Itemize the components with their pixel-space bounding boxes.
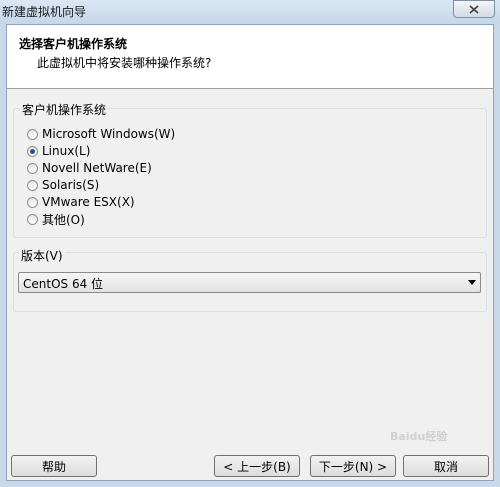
version-select[interactable]: CentOS 64 位 (18, 272, 481, 293)
radio-label-windows: Microsoft Windows(W) (42, 127, 176, 141)
next-button[interactable]: 下一步(N) > (310, 455, 396, 477)
page-subtitle: 此虚拟机中将安装哪种操作系统? (37, 56, 212, 70)
version-select-value: CentOS 64 位 (23, 277, 104, 291)
close-button[interactable] (453, 0, 495, 18)
page-title: 选择客户机操作系统 (19, 37, 128, 51)
close-icon (469, 4, 479, 14)
version-label: 版本(V) (19, 247, 65, 264)
guest-os-group-label: 客户机操作系统 (20, 101, 109, 118)
watermark: Baidu经验 (390, 430, 448, 443)
radio-option-windows[interactable]: Microsoft Windows(W) (27, 126, 175, 142)
next-button-label: 下一步(N) > (318, 459, 388, 474)
wizard-window: 选择客户机操作系统 此虚拟机中将安装哪种操作系统? 客户机操作系统 Micros… (6, 24, 494, 481)
back-button-label: < 上一步(B) (223, 459, 291, 474)
back-button[interactable]: < 上一步(B) (214, 455, 300, 477)
radio-button[interactable] (27, 179, 38, 191)
chevron-down-icon (468, 280, 476, 285)
radio-option-solaris[interactable]: Solaris(S) (27, 177, 99, 193)
window-title: 新建虚拟机向导 (2, 5, 87, 19)
cancel-button-label: 取消 (433, 459, 458, 474)
cancel-button[interactable]: 取消 (403, 455, 489, 477)
help-button[interactable]: 帮助 (11, 455, 97, 477)
radio-label-linux: Linux(L) (42, 144, 91, 158)
radio-button[interactable] (27, 128, 38, 140)
radio-button[interactable] (27, 213, 38, 225)
radio-option-linux[interactable]: Linux(L) (27, 143, 90, 159)
radio-button[interactable] (27, 196, 38, 208)
radio-label-other: 其他(O) (42, 212, 85, 227)
radio-button-selected[interactable] (27, 145, 38, 157)
radio-option-other[interactable]: 其他(O) (27, 211, 85, 227)
radio-label-solaris: Solaris(S) (42, 178, 100, 192)
wizard-header: 选择客户机操作系统 此虚拟机中将安装哪种操作系统? (7, 25, 493, 89)
radio-label-esx: VMware ESX(X) (42, 195, 135, 209)
guest-os-group: 客户机操作系统 Microsoft Windows(W) Linux(L) No… (13, 101, 487, 238)
radio-label-netware: Novell NetWare(E) (42, 161, 152, 175)
radio-option-esx[interactable]: VMware ESX(X) (27, 194, 135, 210)
help-button-label: 帮助 (41, 459, 66, 474)
radio-option-netware[interactable]: Novell NetWare(E) (27, 160, 152, 176)
radio-button[interactable] (27, 162, 38, 174)
title-bar: 新建虚拟机向导 (0, 0, 500, 24)
